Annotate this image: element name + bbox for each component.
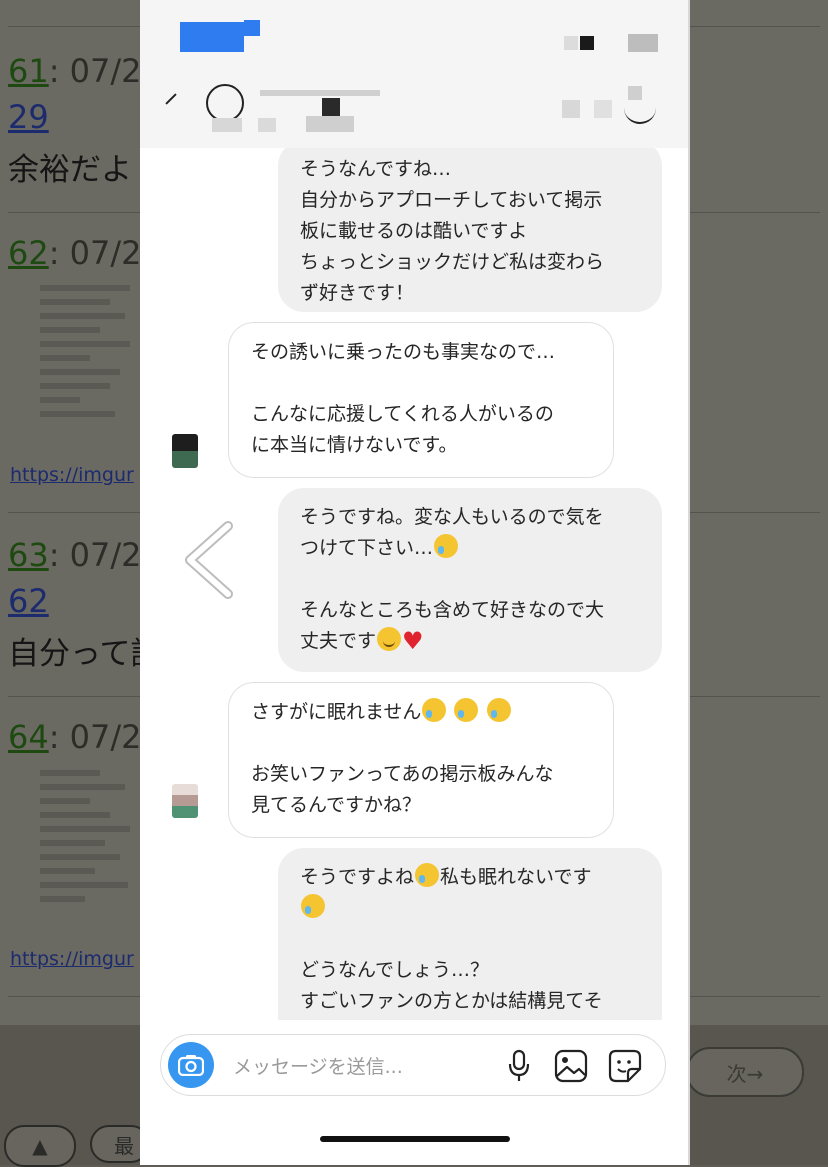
camera-button[interactable] (168, 1042, 214, 1088)
message-bubble-sent[interactable]: そうですね。変な人もいるので気を つけて下さい… そんなところも含めて好きなので… (278, 488, 662, 672)
smiling-face-icon (377, 627, 402, 651)
image-link[interactable]: https://imgur (10, 948, 134, 970)
message-bubble-received[interactable]: さすがに眠れません お笑いファンってあの掲示板みんな 見てるんですかね？ (228, 682, 614, 838)
post-date: 07/2 (69, 234, 142, 272)
message-line: お笑いファンってあの掲示板みんな (251, 763, 554, 785)
message-line: 自分からアプローチしておいて掲示 (300, 189, 603, 211)
back-chevron-icon[interactable] (180, 520, 240, 600)
message-composer: メッセージを送信... (160, 1034, 666, 1096)
image-link[interactable]: https://imgur (10, 464, 134, 486)
gallery-icon (554, 1049, 588, 1083)
message-line: ちょっとショックだけど私は変わら (300, 251, 605, 273)
message-line: さすがに眠れません (251, 701, 422, 723)
message-bubble-sent[interactable]: そうなんですね… 自分からアプローチしておいて掲示 板に載せるのは酷いですよ ち… (278, 148, 662, 312)
message-line: 私も眠れないです (440, 866, 592, 888)
post-image-thumbnail[interactable] (40, 285, 140, 425)
censor-block (306, 116, 354, 132)
censor-block (564, 36, 578, 50)
post-date: 07/2 (69, 536, 142, 574)
censor-block (322, 98, 340, 116)
post-number-link[interactable]: 63 (8, 536, 49, 574)
message-line (300, 924, 640, 955)
avatar[interactable] (206, 84, 244, 122)
instagram-dm-screen: そうなんですね… 自分からアプローチしておいて掲示 板に載せるのは酷いですよ ち… (140, 0, 690, 1165)
message-line: そうですね。変な人もいるので気を (300, 506, 604, 528)
censor-block (628, 34, 658, 52)
censor-block (594, 100, 612, 118)
next-page-button[interactable]: 次→ (686, 1047, 804, 1097)
censor-block (260, 90, 380, 96)
microphone-icon (508, 1049, 530, 1081)
message-line: そうですよね (300, 866, 415, 888)
post-date: 07/2 (69, 52, 142, 90)
message-line: 見てるんですかね？ (251, 794, 422, 816)
censor-block (180, 22, 244, 52)
censor-block (628, 86, 642, 100)
crying-face-icon (434, 534, 459, 558)
camera-icon (178, 1055, 204, 1076)
message-bubble-sent[interactable]: そうですよね 私も眠れないです どうなんでしょう…？ すごいファンの方とかは結構見… (278, 848, 662, 1020)
message-line: に本当に情けないです。 (251, 434, 458, 456)
message-line: その誘いに乗ったのも事実なので… (251, 341, 556, 363)
post-number-link[interactable]: 62 (8, 234, 49, 272)
crying-face-icon (422, 698, 447, 722)
message-line: こんなに応援してくれる人がいるの (251, 403, 554, 425)
message-input[interactable]: メッセージを送信... (233, 1052, 403, 1079)
post-number-link[interactable]: 64 (8, 718, 49, 756)
scroll-top-button[interactable]: ▲ (4, 1125, 76, 1167)
message-line (251, 728, 591, 759)
sender-avatar[interactable] (172, 434, 198, 468)
back-icon[interactable] (165, 93, 177, 105)
censor-block (580, 36, 594, 50)
censor-block (562, 100, 580, 118)
message-line: つけて下さい… (300, 537, 434, 559)
sender-avatar[interactable] (172, 784, 198, 818)
chat-header (140, 0, 688, 148)
message-line: 丈夫です (300, 630, 377, 652)
crying-face-icon (415, 863, 440, 887)
microphone-button[interactable] (501, 1048, 537, 1084)
info-icon[interactable] (624, 96, 656, 124)
message-line: 板に載せるのは酷いですよ (300, 220, 528, 242)
message-line (251, 368, 591, 399)
message-line (300, 564, 640, 595)
censor-block (244, 20, 260, 36)
crying-face-icon (454, 698, 479, 722)
sticker-button[interactable] (607, 1048, 643, 1084)
red-heart-icon: ♥ (402, 627, 424, 655)
message-line: そんなところも含めて好きなので大 (300, 599, 605, 621)
post-number-link[interactable]: 61 (8, 52, 49, 90)
crying-face-icon (486, 698, 511, 722)
message-line: ず好きです！ (300, 282, 415, 304)
censor-block (258, 118, 276, 132)
censor-block (212, 118, 242, 132)
home-indicator (320, 1136, 510, 1142)
message-bubble-received[interactable]: その誘いに乗ったのも事実なので… こんなに応援してくれる人がいるの に本当に情け… (228, 322, 614, 478)
message-line: どうなんでしょう…？ (300, 959, 490, 981)
gallery-button[interactable] (553, 1048, 589, 1084)
crying-face-icon (301, 894, 325, 918)
message-line: そうなんですね… (300, 158, 452, 180)
post-date: 07/2 (69, 718, 142, 756)
sticker-icon (608, 1049, 642, 1083)
message-line: すごいファンの方とかは結構見てそ (300, 990, 603, 1012)
post-image-thumbnail[interactable] (40, 770, 140, 910)
